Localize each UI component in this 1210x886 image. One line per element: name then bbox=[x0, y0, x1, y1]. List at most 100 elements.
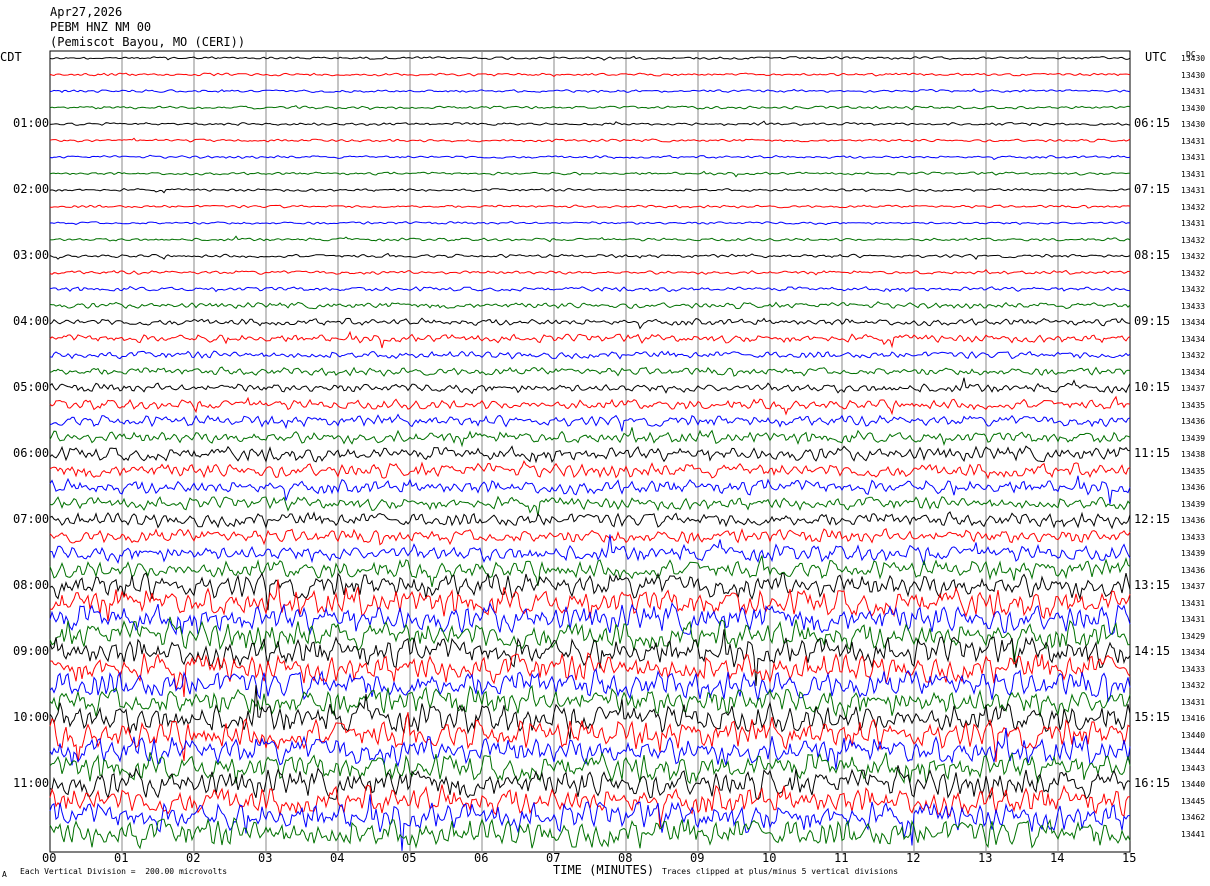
trace-line bbox=[49, 511, 1131, 530]
dc-offset-label: 13431 bbox=[1181, 615, 1206, 624]
dc-offset-label: 13436 bbox=[1181, 417, 1206, 426]
trace-line bbox=[49, 350, 1131, 360]
dc-offset-label: 13430 bbox=[1181, 120, 1206, 129]
trace-line bbox=[49, 72, 1131, 78]
left-time-label: 07:00 bbox=[13, 512, 50, 526]
trace-line bbox=[49, 572, 1131, 611]
trace-line bbox=[49, 555, 1131, 588]
dc-offset-label: 13432 bbox=[1181, 681, 1206, 690]
dc-offset-label: 13462 bbox=[1181, 813, 1206, 822]
trace-line bbox=[49, 301, 1131, 310]
dc-offset-label: 13431 bbox=[1181, 697, 1206, 707]
left-time-label: 09:00 bbox=[13, 644, 50, 658]
dc-offset-label: 13436 bbox=[1181, 483, 1206, 492]
dc-offset-label: 13433 bbox=[1181, 301, 1206, 311]
dc-offset-label: 13444 bbox=[1181, 747, 1206, 756]
trace-line bbox=[49, 475, 1131, 505]
dc-offset-label: 13416 bbox=[1181, 714, 1206, 723]
right-time-label: 12:15 bbox=[1134, 512, 1171, 526]
dc-offset-label: 13431 bbox=[1181, 598, 1206, 608]
trace-line bbox=[49, 684, 1131, 719]
dc-offset-label: 13434 bbox=[1181, 367, 1206, 377]
dc-offset-label: 13436 bbox=[1181, 516, 1206, 525]
dc-offset-label: 13432 bbox=[1181, 252, 1206, 261]
trace-line bbox=[49, 366, 1131, 377]
trace-line bbox=[49, 188, 1131, 194]
x-tick-label: 01 bbox=[114, 851, 129, 865]
trace-line bbox=[49, 534, 1131, 566]
helicorder-plot bbox=[49, 50, 1131, 853]
trace-line bbox=[49, 765, 1131, 801]
trace-line bbox=[49, 377, 1131, 395]
dc-offset-label: 13430 bbox=[1181, 54, 1206, 63]
trace-line bbox=[49, 667, 1131, 703]
dc-offset-label: 13431 bbox=[1181, 136, 1206, 146]
x-axis-label: TIME (MINUTES) bbox=[553, 863, 655, 877]
trace-line bbox=[49, 88, 1131, 94]
dc-offset-label: 13431 bbox=[1181, 219, 1206, 228]
x-tick-label: 02 bbox=[186, 851, 201, 865]
dc-offset-label: 13432 bbox=[1181, 351, 1206, 360]
dc-offset-label: 13441 bbox=[1181, 829, 1206, 839]
dc-offset-label: 13437 bbox=[1181, 384, 1206, 393]
trace-line bbox=[49, 170, 1131, 178]
dc-offset-label: 13438 bbox=[1181, 450, 1206, 459]
dc-offset-label: 13440 bbox=[1181, 780, 1206, 789]
trace-line bbox=[49, 395, 1131, 416]
trace-line bbox=[49, 55, 1131, 61]
trace-line bbox=[49, 330, 1131, 349]
trace-line bbox=[49, 317, 1131, 330]
dc-offset-label: 13429 bbox=[1181, 631, 1206, 641]
right-time-label: 15:15 bbox=[1134, 710, 1171, 724]
left-time-label: 10:00 bbox=[13, 710, 50, 724]
corner-mark: A bbox=[2, 870, 7, 879]
left-time-label: 01:00 bbox=[13, 116, 50, 130]
dc-offset-label: 13434 bbox=[1181, 648, 1206, 657]
dc-offset-label: 13432 bbox=[1181, 285, 1206, 294]
dc-offset-label: 13440 bbox=[1181, 730, 1206, 740]
x-tick-label: 05 bbox=[402, 851, 417, 865]
left-time-label: 04:00 bbox=[13, 314, 50, 328]
right-time-label: 13:15 bbox=[1134, 578, 1171, 592]
trace-line bbox=[49, 445, 1131, 464]
left-time-label: 11:00 bbox=[13, 776, 50, 790]
dc-offset-label: 13432 bbox=[1181, 202, 1206, 212]
trace-line bbox=[49, 527, 1131, 546]
trace-line bbox=[49, 495, 1131, 517]
dc-offset-label: 13432 bbox=[1181, 268, 1206, 278]
dc-offset-label: 13437 bbox=[1181, 582, 1206, 591]
x-tick-label: 04 bbox=[330, 851, 345, 865]
dc-offset-label: 13434 bbox=[1181, 318, 1206, 327]
dc-offset-label: 13433 bbox=[1181, 664, 1206, 674]
dc-offset-label: 13430 bbox=[1181, 103, 1206, 113]
trace-line bbox=[49, 120, 1131, 127]
x-tick-label: 12 bbox=[906, 851, 921, 865]
right-time-label: 09:15 bbox=[1134, 314, 1171, 328]
trace-line bbox=[49, 285, 1131, 293]
trace-line bbox=[49, 154, 1131, 161]
dc-offset-label: 13430 bbox=[1181, 70, 1206, 80]
trace-line bbox=[49, 413, 1131, 432]
x-tick-label: 13 bbox=[978, 851, 993, 865]
right-time-label: 06:15 bbox=[1134, 116, 1171, 130]
trace-line bbox=[49, 204, 1131, 209]
right-time-label: 11:15 bbox=[1134, 446, 1171, 460]
dc-offset-label: 13432 bbox=[1181, 235, 1206, 245]
dc-offset-label: 13431 bbox=[1181, 87, 1206, 96]
right-time-label: 14:15 bbox=[1134, 644, 1171, 658]
left-time-label: 05:00 bbox=[13, 380, 50, 394]
x-tick-label: 06 bbox=[474, 851, 489, 865]
dc-offset-label: 13431 bbox=[1181, 153, 1206, 162]
dc-offset-label: 13435 bbox=[1181, 466, 1206, 476]
dc-offset-label: 13443 bbox=[1181, 763, 1206, 773]
left-time-label: 08:00 bbox=[13, 578, 50, 592]
dc-offset-label: 13439 bbox=[1181, 499, 1206, 509]
x-tick-label: 15 bbox=[1122, 851, 1137, 865]
right-time-label: 16:15 bbox=[1134, 776, 1171, 790]
trace-line bbox=[49, 105, 1131, 111]
trace-line bbox=[49, 235, 1131, 243]
x-tick-label: 11 bbox=[834, 851, 849, 865]
dc-offset-label: 13431 bbox=[1181, 186, 1206, 195]
right-time-label: 07:15 bbox=[1134, 182, 1171, 196]
left-time-label: 03:00 bbox=[13, 248, 50, 262]
